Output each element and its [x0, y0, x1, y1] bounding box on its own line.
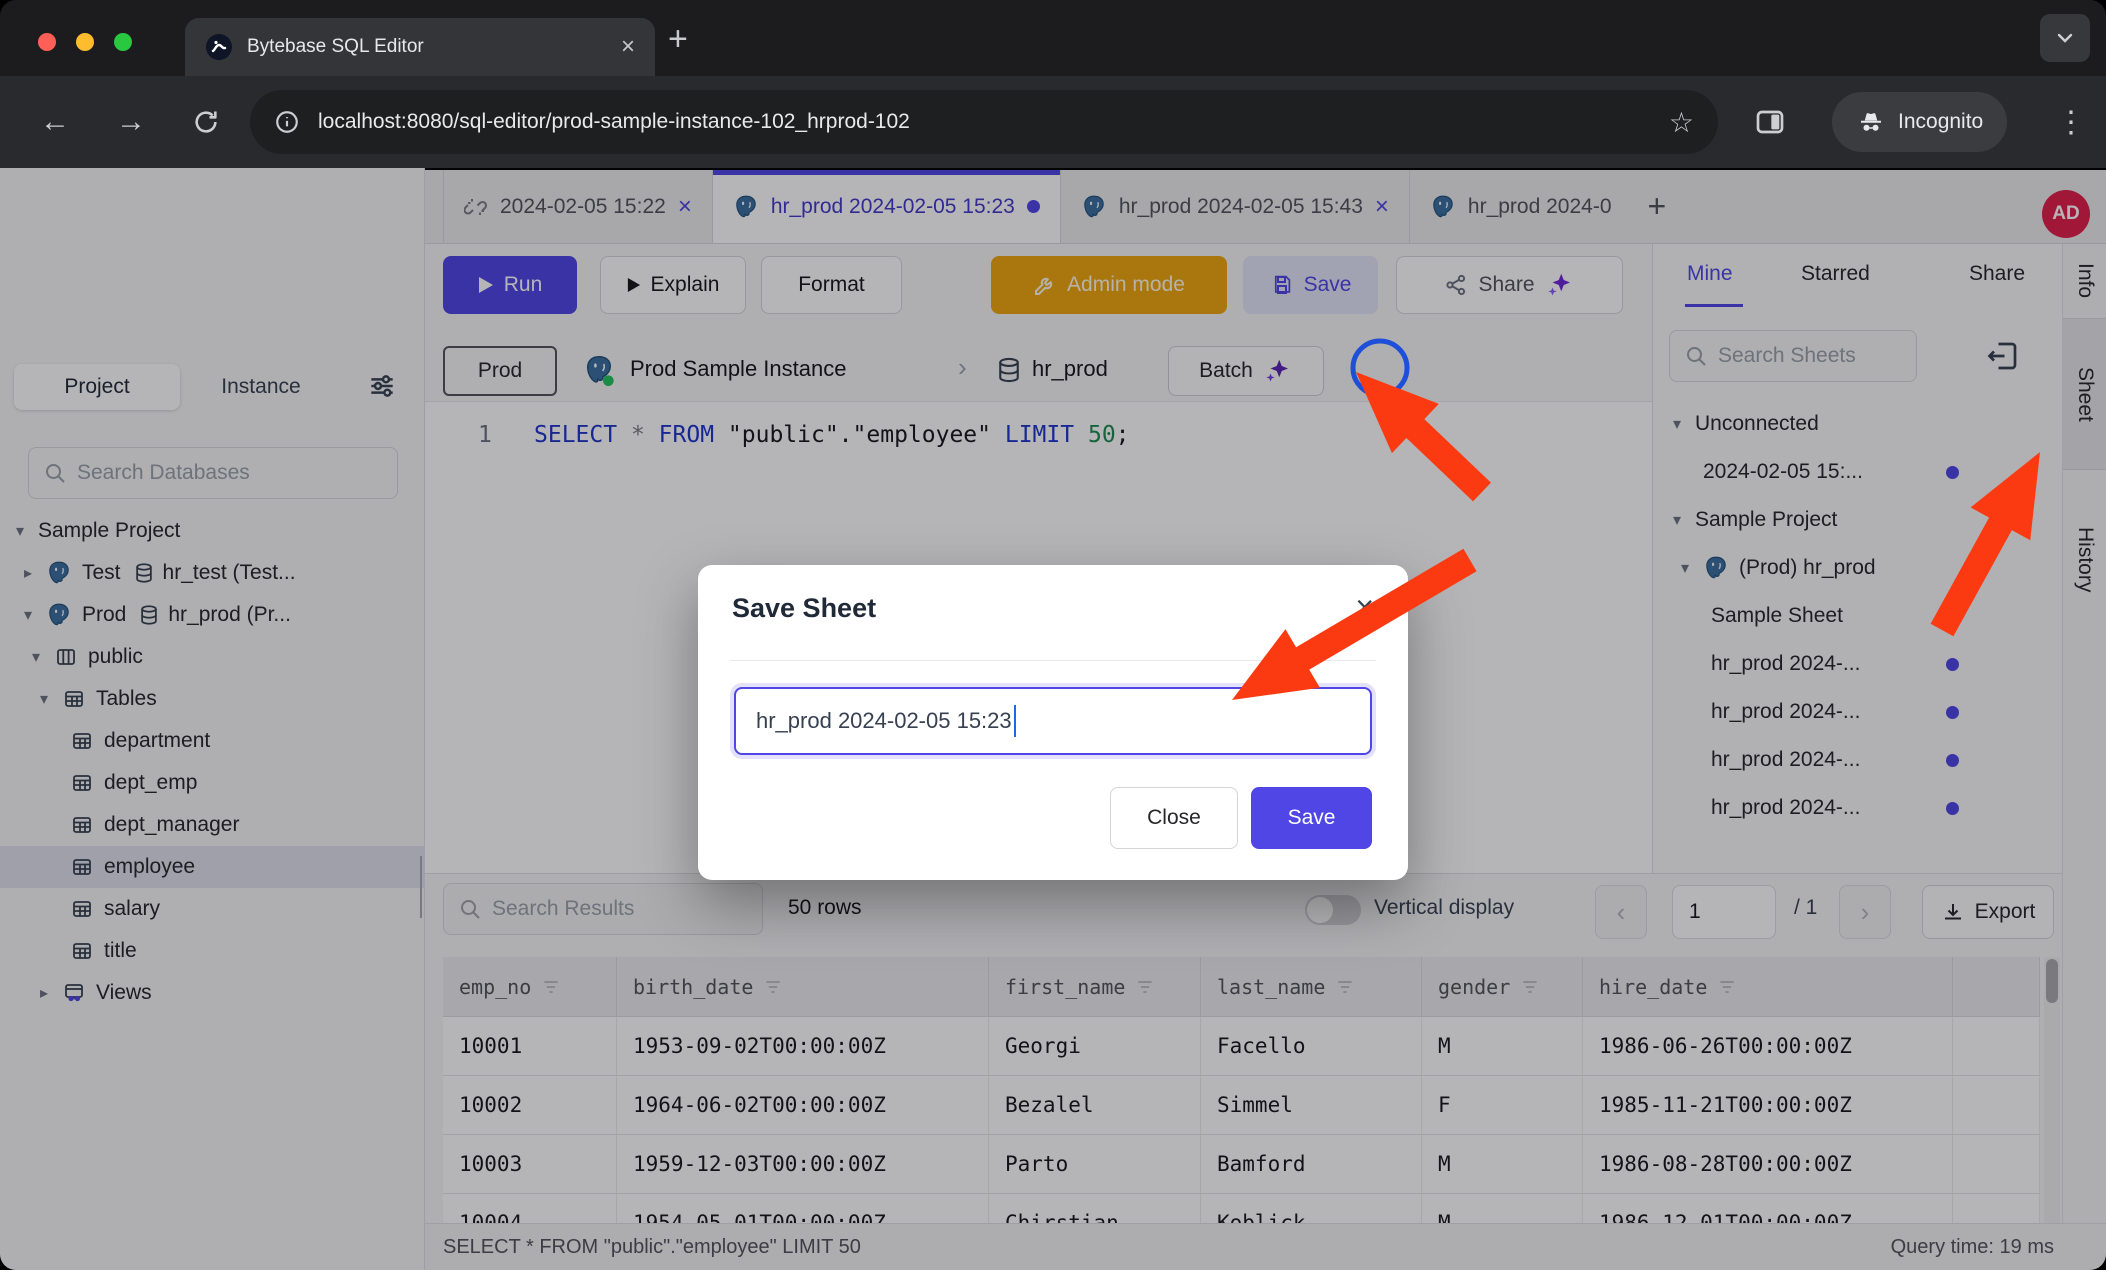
reload-icon[interactable] — [192, 108, 220, 136]
close-button[interactable]: Close — [1110, 787, 1238, 849]
incognito-label: Incognito — [1898, 110, 1983, 134]
bookmark-star-icon[interactable]: ☆ — [1669, 106, 1694, 139]
dialog-title: Save Sheet — [732, 593, 876, 624]
sheet-name-input[interactable]: hr_prod 2024-02-05 15:23 — [734, 687, 1372, 755]
back-icon[interactable]: ← — [40, 105, 70, 139]
browser-navbar: ← → localhost:8080/sql-editor/prod-sampl… — [0, 76, 2106, 168]
bytebase-favicon — [205, 33, 233, 61]
dialog-close-icon[interactable]: × — [1355, 589, 1374, 626]
browser-tab-close-icon[interactable]: × — [621, 33, 635, 61]
browser-menu-icon[interactable]: ⋮ — [2056, 105, 2086, 140]
traffic-light-zoom[interactable] — [114, 33, 132, 51]
save-sheet-dialog: Save Sheet × hr_prod 2024-02-05 15:23 Cl… — [698, 565, 1408, 880]
tab-search-chevron-icon[interactable] — [2040, 14, 2090, 62]
browser-tab-strip: Bytebase SQL Editor × + — [0, 0, 2106, 76]
address-bar[interactable]: localhost:8080/sql-editor/prod-sample-in… — [250, 90, 1718, 154]
side-panel-icon[interactable] — [1754, 106, 1786, 138]
traffic-light-minimize[interactable] — [76, 33, 94, 51]
new-tab-icon[interactable]: + — [668, 20, 688, 59]
dialog-divider — [730, 660, 1376, 661]
forward-icon[interactable]: → — [116, 105, 146, 139]
traffic-light-close[interactable] — [38, 33, 56, 51]
screen: Bytebase SQL Editor × + ← → localhost:80… — [0, 0, 2106, 1270]
browser-tab[interactable]: Bytebase SQL Editor × — [185, 18, 655, 76]
url-text[interactable]: localhost:8080/sql-editor/prod-sample-in… — [318, 110, 1651, 134]
dialog-save-button[interactable]: Save — [1251, 787, 1372, 849]
browser-tab-title: Bytebase SQL Editor — [247, 36, 607, 58]
incognito-badge: Incognito — [1832, 92, 2007, 152]
text-cursor — [1014, 705, 1016, 737]
site-info-icon[interactable] — [274, 109, 300, 135]
incognito-icon — [1856, 107, 1886, 137]
